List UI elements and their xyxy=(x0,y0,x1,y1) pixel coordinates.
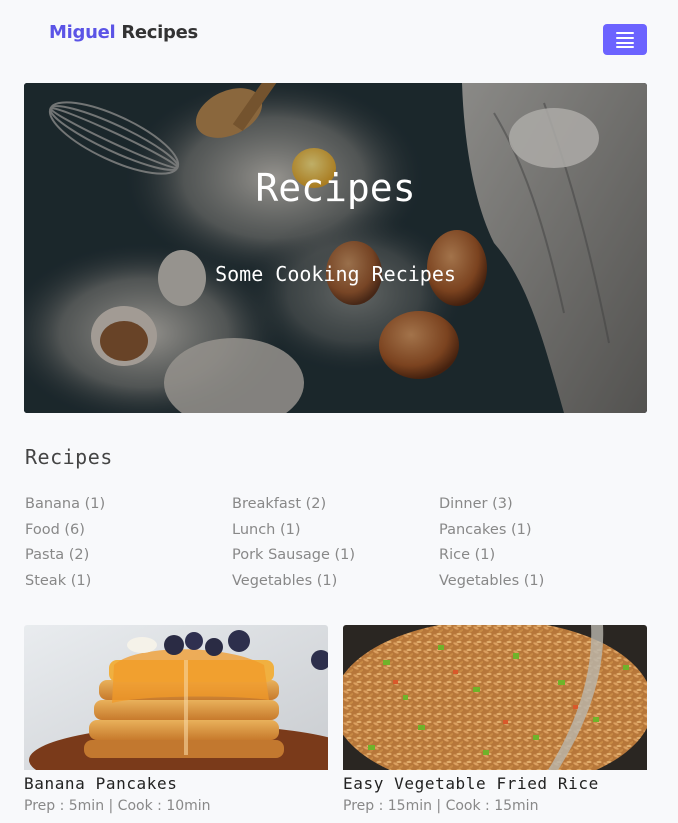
hamburger-menu-icon-bar xyxy=(616,42,634,44)
brand-name-second: Recipes xyxy=(121,22,198,43)
hamburger-menu-icon-bar xyxy=(616,46,634,48)
category-link-steak[interactable]: Steak (1) xyxy=(25,569,232,595)
brand-logo[interactable]: Miguel Recipes xyxy=(49,22,198,43)
recipe-image-banana-pancakes[interactable] xyxy=(24,625,328,770)
category-link-pasta[interactable]: Pasta (2) xyxy=(25,543,232,569)
category-link-vegetables[interactable]: Vegetables (1) xyxy=(232,569,439,595)
category-link-dinner[interactable]: Dinner (3) xyxy=(439,492,646,518)
hamburger-menu-icon-bar xyxy=(616,37,634,39)
navbar: Miguel Recipes xyxy=(0,0,678,70)
category-link-pancakes[interactable]: Pancakes (1) xyxy=(439,518,646,544)
brand-name-first: Miguel xyxy=(49,22,116,43)
category-list: Banana (1) Breakfast (2) Dinner (3) Food… xyxy=(25,492,647,595)
category-link-lunch[interactable]: Lunch (1) xyxy=(232,518,439,544)
recipe-card[interactable]: Easy Vegetable Fried Rice Prep : 15min |… xyxy=(343,625,647,817)
recipe-image-fried-rice[interactable] xyxy=(343,625,647,770)
category-link-pork-sausage[interactable]: Pork Sausage (1) xyxy=(232,543,439,569)
category-link-rice[interactable]: Rice (1) xyxy=(439,543,646,569)
recipe-title[interactable]: Easy Vegetable Fried Rice xyxy=(343,773,647,795)
hero-banner: Recipes Some Cooking Recipes xyxy=(24,83,647,413)
recipe-times: Prep : 5min | Cook : 10min xyxy=(24,798,211,814)
category-link-food[interactable]: Food (6) xyxy=(25,518,232,544)
category-link-vegetables-2[interactable]: Vegetables (1) xyxy=(439,569,646,595)
recipe-card[interactable]: Banana Pancakes Prep : 5min | Cook : 10m… xyxy=(24,625,328,817)
recipe-times: Prep : 15min | Cook : 15min xyxy=(343,798,539,814)
hero-title: Recipes xyxy=(255,166,416,210)
recipe-title[interactable]: Banana Pancakes xyxy=(24,773,328,795)
categories-heading: Recipes xyxy=(25,445,113,469)
hero-subtitle: Some Cooking Recipes xyxy=(215,262,456,286)
category-link-breakfast[interactable]: Breakfast (2) xyxy=(232,492,439,518)
category-link-banana[interactable]: Banana (1) xyxy=(25,492,232,518)
hamburger-menu-icon xyxy=(616,32,634,34)
hero-background-image xyxy=(24,83,647,413)
menu-toggle-button[interactable] xyxy=(603,24,647,55)
